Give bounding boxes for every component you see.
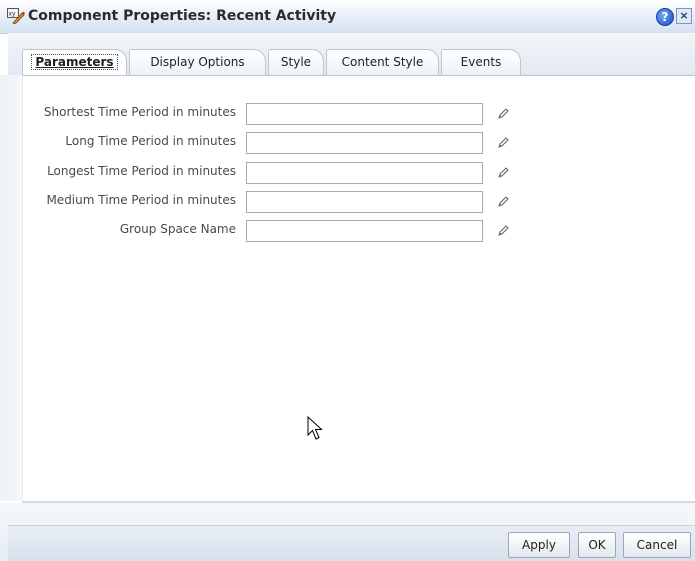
tab-events[interactable]: Events	[441, 49, 521, 75]
parameter-row: Long Time Period in minutes	[23, 132, 695, 154]
pencil-icon[interactable]	[497, 167, 509, 179]
group-space-name-label: Group Space Name	[119, 222, 236, 236]
long-time-period-input[interactable]	[246, 132, 483, 154]
apply-button[interactable]: Apply	[508, 532, 570, 558]
shortest-time-period-label: Shortest Time Period in minutes	[43, 105, 236, 119]
medium-time-period-label: Medium Time Period in minutes	[46, 193, 236, 207]
svg-text:xy: xy	[9, 11, 17, 18]
cancel-button[interactable]: Cancel	[623, 532, 691, 558]
pencil-icon[interactable]	[497, 108, 509, 120]
tab-parameters[interactable]: Parameters	[22, 49, 127, 76]
tab-style[interactable]: Style	[268, 49, 324, 75]
long-time-period-label: Long Time Period in minutes	[65, 134, 236, 148]
tab-display-options-label: Display Options	[150, 55, 245, 69]
tab-style-label: Style	[280, 55, 312, 69]
tab-strip: Parameters Display Options Style Content…	[8, 33, 695, 76]
ok-button[interactable]: OK	[578, 532, 616, 558]
title-bar[interactable]: xy Component Properties: Recent Activity…	[0, 0, 695, 34]
parameter-row: Group Space Name	[23, 220, 695, 242]
longest-time-period-label: Longest Time Period in minutes	[47, 164, 236, 178]
dialog-title: Component Properties: Recent Activity	[28, 8, 337, 24]
close-icon[interactable]: ×	[676, 8, 692, 24]
parameter-row: Medium Time Period in minutes	[23, 191, 695, 213]
longest-time-period-input[interactable]	[246, 162, 483, 184]
parameter-row: Shortest Time Period in minutes	[23, 103, 695, 125]
tab-content-style[interactable]: Content Style	[326, 49, 439, 75]
pencil-icon[interactable]	[497, 137, 509, 149]
tab-content-style-label: Content Style	[341, 55, 424, 69]
component-properties-icon: xy	[7, 8, 25, 24]
tab-parameters-label: Parameters	[31, 54, 118, 70]
parameters-panel: Shortest Time Period in minutes Long Tim…	[22, 75, 695, 502]
help-icon[interactable]: ?	[656, 8, 674, 26]
medium-time-period-input[interactable]	[246, 191, 483, 213]
left-margin	[0, 75, 22, 501]
parameter-row: Longest Time Period in minutes	[23, 162, 695, 184]
shortest-time-period-input[interactable]	[246, 103, 483, 125]
group-space-name-input[interactable]	[246, 220, 483, 242]
mouse-pointer-icon	[307, 416, 323, 440]
pencil-icon[interactable]	[497, 196, 509, 208]
tab-display-options[interactable]: Display Options	[129, 49, 266, 75]
component-properties-dialog: xy Component Properties: Recent Activity…	[0, 0, 695, 561]
tab-events-label: Events	[460, 55, 502, 69]
pencil-icon[interactable]	[497, 225, 509, 237]
